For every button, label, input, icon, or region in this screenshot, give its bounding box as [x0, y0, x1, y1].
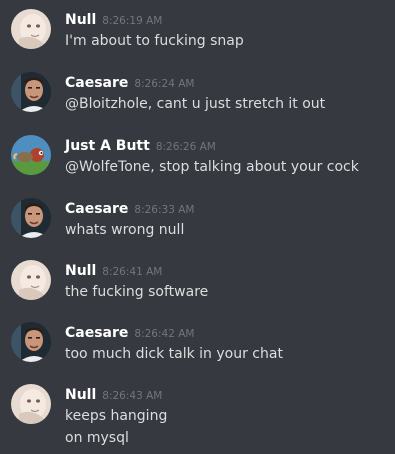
message-text: keeps hanging on mysql [65, 405, 167, 449]
message-line: whats wrong null [65, 222, 185, 238]
message-text: @Bloitzhole, cant u just stretch it out [65, 93, 325, 115]
message-header: Just A Butt 8:26:26 AM [65, 135, 216, 157]
message-header: Caesare 8:26:33 AM [65, 198, 194, 220]
message-header: Caesare 8:26:24 AM [65, 72, 194, 94]
username[interactable]: Null [65, 12, 96, 28]
user-avatar[interactable] [11, 9, 51, 49]
message-line: keeps hanging [65, 408, 168, 424]
timestamp: 8:26:43 AM [102, 390, 163, 402]
username[interactable]: Null [65, 387, 96, 403]
chat-log: Null 8:26:19 AM I'm about to fucking snap… [0, 0, 395, 454]
message-line: too much dick talk in your chat [65, 346, 283, 362]
username[interactable]: Just A Butt [65, 138, 150, 154]
message-text: the fucking software [65, 281, 208, 303]
message-line: @Bloitzhole, cant u just stretch it out [65, 96, 326, 112]
message-line: the fucking software [65, 284, 209, 300]
user-avatar[interactable] [11, 260, 51, 300]
message-text: @WolfeTone, stop talking about your cock [65, 156, 359, 178]
message-text: whats wrong null [65, 219, 184, 241]
message-line: on mysql [65, 430, 129, 446]
message-header: Null 8:26:19 AM [65, 9, 162, 31]
username[interactable]: Caesare [65, 201, 128, 217]
user-avatar[interactable] [11, 72, 51, 112]
user-avatar[interactable] [11, 198, 51, 238]
message-line: @WolfeTone, stop talking about your cock [65, 159, 359, 175]
message-text: I'm about to fucking snap [65, 30, 244, 52]
user-avatar[interactable] [11, 135, 51, 175]
username[interactable]: Caesare [65, 75, 128, 91]
message-text: too much dick talk in your chat [65, 343, 283, 365]
user-avatar[interactable] [11, 384, 51, 424]
user-avatar[interactable] [11, 322, 51, 362]
timestamp: 8:26:26 AM [155, 141, 216, 153]
timestamp: 8:26:42 AM [134, 328, 195, 340]
username[interactable]: Null [65, 263, 96, 279]
timestamp: 8:26:19 AM [102, 15, 163, 27]
timestamp: 8:26:41 AM [102, 266, 163, 278]
message-header: Null 8:26:43 AM [65, 384, 162, 406]
username[interactable]: Caesare [65, 325, 128, 341]
message-header: Null 8:26:41 AM [65, 260, 162, 282]
timestamp: 8:26:33 AM [134, 204, 195, 216]
timestamp: 8:26:24 AM [134, 78, 195, 90]
message-line: I'm about to fucking snap [65, 33, 244, 49]
message-header: Caesare 8:26:42 AM [65, 322, 194, 344]
